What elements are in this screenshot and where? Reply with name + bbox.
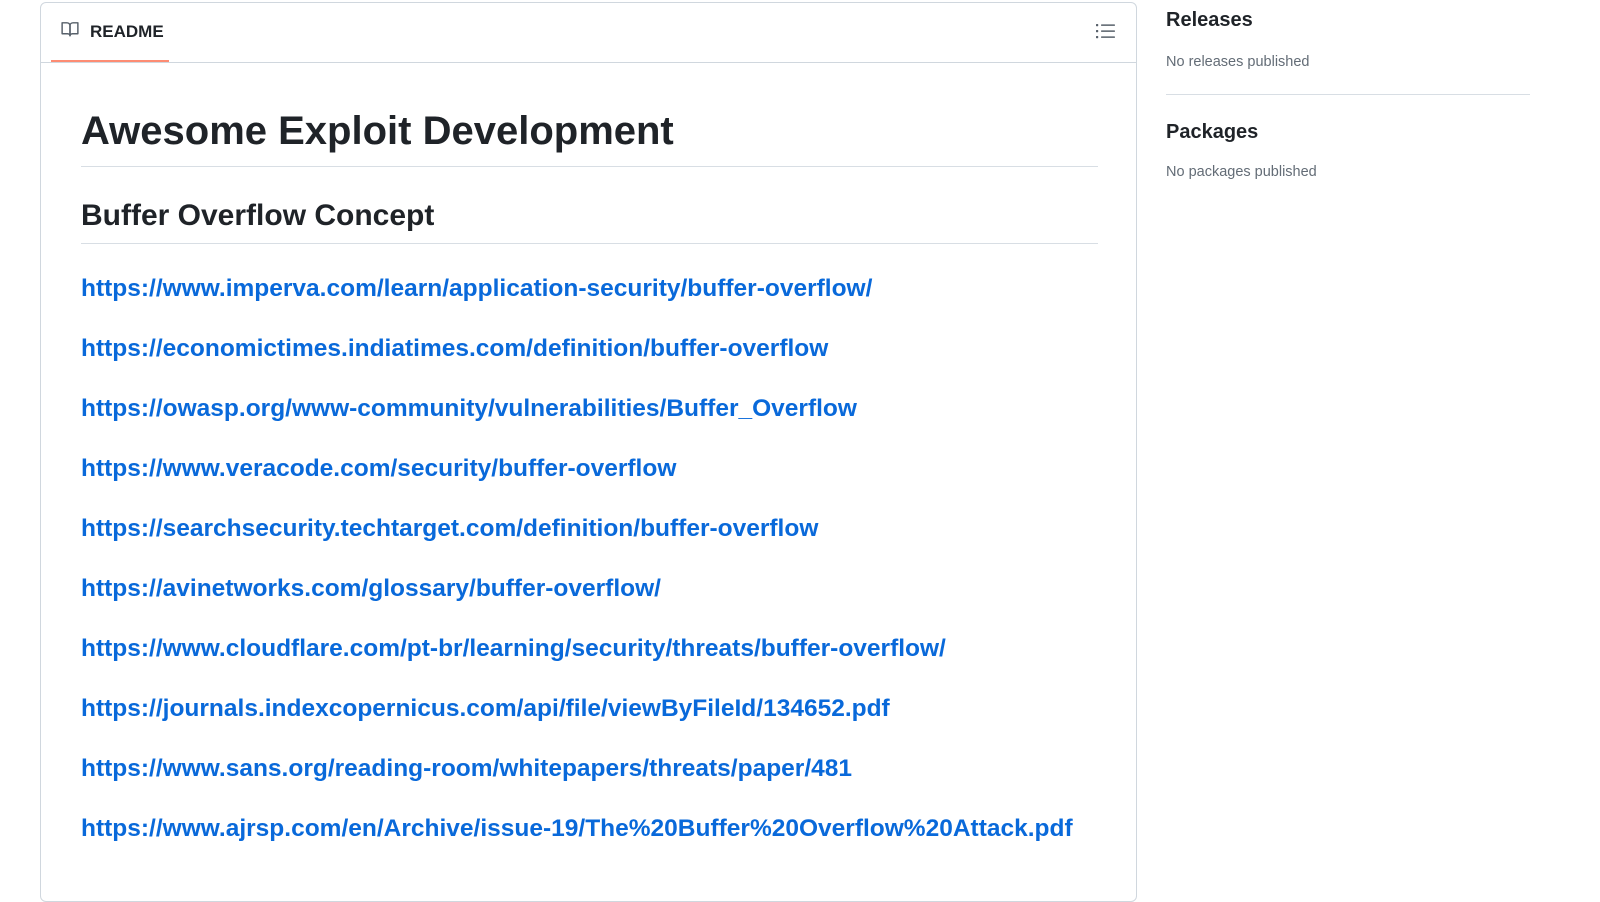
list-unordered-icon — [1096, 22, 1116, 45]
releases-heading[interactable]: Releases — [1166, 7, 1530, 33]
reference-link[interactable]: https://searchsecurity.techtarget.com/de… — [81, 513, 1098, 573]
reference-link[interactable]: https://www.cloudflare.com/pt-br/learnin… — [81, 633, 1098, 693]
book-icon — [60, 20, 90, 43]
releases-section: Releases No releases published — [1166, 7, 1530, 72]
outline-button[interactable] — [1094, 22, 1118, 44]
readme-panel: README Awesome Exploit Development Buffe… — [40, 2, 1137, 902]
readme-header: README — [41, 3, 1136, 63]
reference-link[interactable]: https://avinetworks.com/glossary/buffer-… — [81, 573, 1098, 633]
reference-link[interactable]: https://www.ajrsp.com/en/Archive/issue-1… — [81, 813, 1098, 873]
packages-empty-text: No packages published — [1166, 164, 1317, 180]
packages-heading[interactable]: Packages — [1166, 119, 1530, 145]
releases-empty-text: No releases published — [1166, 54, 1310, 70]
section-heading: Buffer Overflow Concept — [81, 197, 1098, 244]
reference-link[interactable]: https://www.veracode.com/security/buffer… — [81, 453, 1098, 513]
reference-link[interactable]: https://economictimes.indiatimes.com/def… — [81, 333, 1098, 393]
reference-link[interactable]: https://www.sans.org/reading-room/whitep… — [81, 753, 1098, 813]
tab-readme-label: README — [90, 21, 164, 41]
readme-title: Awesome Exploit Development — [81, 65, 1098, 167]
reference-link[interactable]: https://owasp.org/www-community/vulnerab… — [81, 393, 1098, 453]
packages-section: Packages No packages published — [1166, 119, 1530, 182]
link-list: https://www.imperva.com/learn/applicatio… — [81, 273, 1098, 873]
reference-link[interactable]: https://journals.indexcopernicus.com/api… — [81, 693, 1098, 753]
readme-content: Awesome Exploit Development Buffer Overf… — [81, 65, 1098, 873]
tab-readme[interactable]: README — [51, 3, 169, 62]
reference-link[interactable]: https://www.imperva.com/learn/applicatio… — [81, 273, 1098, 333]
sidebar-divider — [1166, 94, 1530, 95]
